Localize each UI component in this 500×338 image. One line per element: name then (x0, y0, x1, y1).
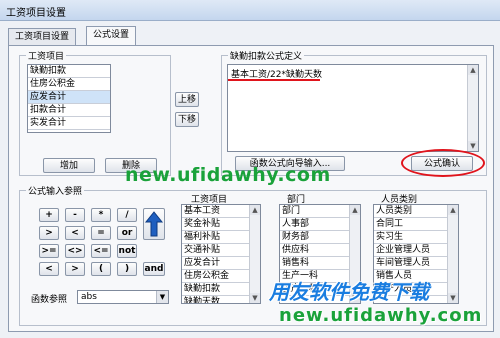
watermark-url-bottom: new.ufidawhy.com (279, 305, 483, 326)
add-button[interactable]: 增加 (43, 158, 95, 173)
scroll-down-icon[interactable]: ▼ (448, 293, 458, 303)
chevron-down-icon[interactable]: ▼ (156, 291, 168, 303)
confirm-highlight-annotation (401, 149, 485, 177)
function-reference-value: abs (81, 292, 97, 302)
operator-rparen-button[interactable]: ) (117, 262, 137, 276)
list-item[interactable]: 财务部 (280, 231, 360, 244)
list-item[interactable]: 扣款合计 (28, 104, 110, 117)
watermark-brand: 用友软件免费下载 (269, 280, 429, 304)
list-item[interactable]: 车间管理人员 (374, 257, 458, 270)
operator-gte-button[interactable]: >= (39, 244, 59, 258)
ref-category-scrollbar[interactable]: ▲ ▼ (447, 205, 458, 303)
list-item[interactable]: 人事部 (280, 218, 360, 231)
operator-neq-button[interactable]: <> (65, 244, 85, 258)
operator-gt-button[interactable]: > (39, 226, 59, 240)
scroll-up-icon[interactable]: ▲ (250, 205, 260, 215)
operator-and-button[interactable]: and (143, 262, 165, 276)
operator-lte-button[interactable]: <= (91, 244, 111, 258)
operator-gt2-button[interactable]: > (65, 262, 85, 276)
scroll-down-icon[interactable]: ▼ (250, 293, 260, 303)
salary-item-settings-window: 工资项目设置 工资项目设置 公式设置 工资项目 缺勤扣款 住房公积金 应发合计 … (0, 0, 500, 338)
move-up-button[interactable]: 上移 (175, 92, 199, 107)
operator-lparen-button[interactable]: ( (91, 262, 111, 276)
insert-arrow-button[interactable] (143, 208, 165, 240)
formula-scrollbar[interactable]: ▲ ▼ (467, 65, 478, 151)
scroll-up-icon[interactable]: ▲ (448, 205, 458, 215)
title-bar: 工资项目设置 (0, 0, 500, 21)
list-item[interactable]: 实发合计 (28, 117, 110, 130)
salary-items-list[interactable]: 缺勤扣款 住房公积金 应发合计 扣款合计 实发合计 (27, 64, 111, 133)
operator-minus-button[interactable]: - (65, 208, 85, 222)
list-item[interactable]: 供应科 (280, 244, 360, 257)
salary-items-legend: 工资项目 (28, 52, 65, 62)
ref-salary-items-list[interactable]: 基本工资 奖金补贴 福利补贴 交通补贴 应发合计 住房公积金 缺勤扣款 缺勤天数… (181, 204, 261, 304)
formula-underline-annotation (228, 79, 320, 81)
list-item[interactable]: 企业管理人员 (374, 244, 458, 257)
list-item[interactable]: 销售科 (280, 257, 360, 270)
watermark-url-top: new.ufidawhy.com (125, 164, 331, 186)
operator-multiply-button[interactable]: * (91, 208, 111, 222)
scroll-down-icon[interactable]: ▼ (468, 141, 478, 151)
list-item[interactable]: 部门 (280, 205, 360, 218)
ref-salary-items-scrollbar[interactable]: ▲ ▼ (249, 205, 260, 303)
move-down-button[interactable]: 下移 (175, 112, 199, 127)
operator-eq-button[interactable]: = (91, 226, 111, 240)
formula-input-reference-legend: 公式输入参照 (28, 187, 83, 197)
up-arrow-icon (144, 211, 164, 237)
operator-not-button[interactable]: not (117, 244, 137, 258)
formula-definition-legend: 缺勤扣款公式定义 (230, 52, 303, 62)
function-reference-label: 函数参照 (31, 295, 68, 305)
list-item[interactable]: 人员类别 (374, 205, 458, 218)
list-item[interactable]: 实习生 (374, 231, 458, 244)
list-item[interactable]: 合同工 (374, 218, 458, 231)
scroll-up-icon[interactable]: ▲ (468, 65, 478, 75)
list-item[interactable]: 缺勤扣款 (28, 65, 110, 78)
function-reference-select[interactable]: abs ▼ (77, 290, 169, 304)
formula-settings-panel: 工资项目 缺勤扣款 住房公积金 应发合计 扣款合计 实发合计 上移 下移 增加 … (8, 45, 494, 332)
operator-or-button[interactable]: or (117, 226, 137, 240)
window-title: 工资项目设置 (6, 8, 66, 19)
scroll-up-icon[interactable]: ▲ (350, 205, 360, 215)
list-item[interactable]: 住房公积金 (28, 78, 110, 91)
operator-divide-button[interactable]: / (117, 208, 137, 222)
list-item-selected[interactable]: 应发合计 (28, 91, 110, 104)
operator-plus-button[interactable]: + (39, 208, 59, 222)
operator-lt2-button[interactable]: < (39, 262, 59, 276)
operator-lt-button[interactable]: < (65, 226, 85, 240)
formula-textarea[interactable]: 基本工资/22*缺勤天数 ▲ ▼ (227, 64, 479, 152)
